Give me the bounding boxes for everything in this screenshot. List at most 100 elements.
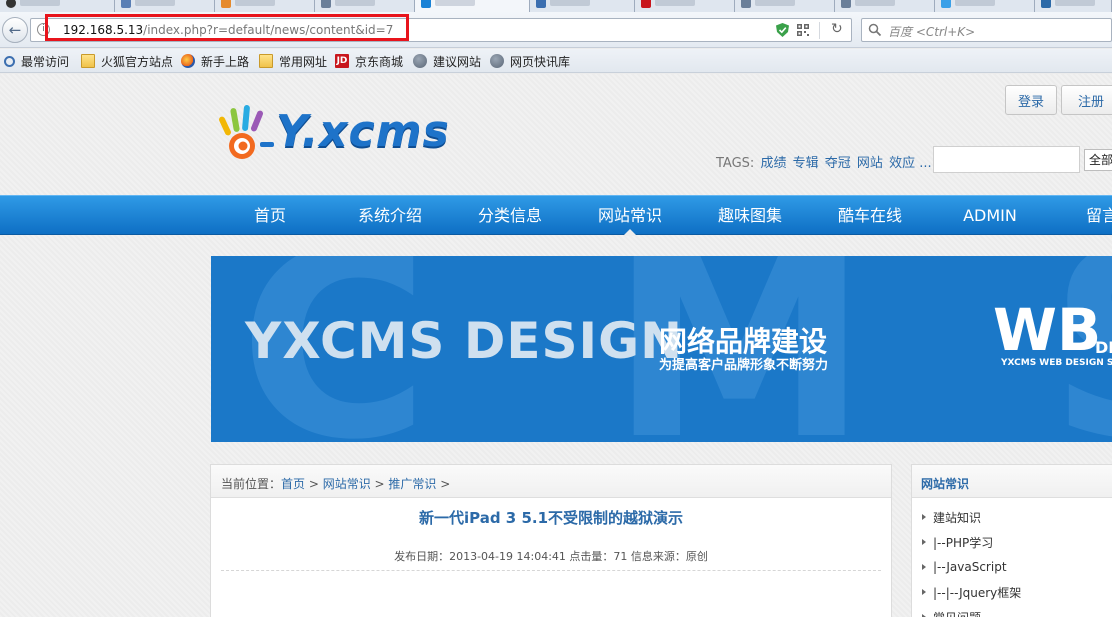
search-scope-select[interactable]: 全部 [1084,149,1112,171]
nav-item-cars-online[interactable]: 酷车在线 [826,196,914,236]
bookmark-getting-started[interactable]: 新手上路 [181,53,249,69]
bookmark-common-sites[interactable]: 常用网址 [259,53,327,69]
banner-de-text: DE [1095,338,1112,357]
main-navigation: 首页 系统介绍 分类信息 网站常识 趣味图集 酷车在线 ADMIN 留言 [0,195,1112,236]
sidebar-item-php[interactable]: |--PHP学习 [922,534,993,550]
breadcrumb-separator: > [436,477,451,491]
web-page: 登录 注册 Y.xcms TAGS: 成绩 专辑 夺冠 网站 效应 ... 全部… [0,74,1112,617]
browser-tab[interactable] [635,0,735,12]
category-sidebar: 网站常识 建站知识 |--PHP学习 |--JavaScript |--|--J… [911,464,1112,617]
article-meta: 发布日期：2013-04-19 14:04:41 点击量：71 信息来源：原创 [394,550,708,563]
nav-active-indicator [623,229,637,236]
browser-tab[interactable] [935,0,1035,12]
tag-link[interactable]: 夺冠 [825,156,851,171]
bookmark-label: 最常访问 [21,54,70,69]
bookmark-label: 常用网址 [279,54,328,69]
browser-tab[interactable] [530,0,635,12]
globe-icon [413,54,427,68]
browser-search-box[interactable]: 百度 <Ctrl+K> [861,18,1112,42]
breadcrumb-link-web-knowledge[interactable]: 网站常识 [323,477,371,491]
breadcrumb: 当前位置：首页 > 网站常识 > 推广常识 > [221,475,450,492]
sidebar-item-jquery[interactable]: |--|--Jquery框架 [922,584,1021,600]
tag-link[interactable]: 专辑 [793,156,819,171]
sidebar-item-javascript[interactable]: |--JavaScript [922,559,1007,575]
browser-tab[interactable] [735,0,835,12]
meta-divider [221,570,881,571]
address-bar[interactable]: i 192.168.5.13/index.php?r=default/news/… [30,14,852,42]
nav-item-admin[interactable]: ADMIN [946,196,1034,236]
login-button[interactable]: 登录 [1005,85,1057,115]
sidebar-item-faq[interactable]: 常见问题 [922,609,981,617]
bookmark-firefox-official[interactable]: 火狐官方站点 [81,53,173,69]
logo-text: Y.xcms [276,106,450,157]
tags-more[interactable]: ... [919,156,931,171]
hero-banner[interactable]: CMS YXCMS DESIGN 网络品牌建设 为提高客户品牌形象不断努力 WB… [211,256,1112,442]
search-placeholder: 百度 <Ctrl+K> [888,25,976,39]
browser-tab[interactable] [1035,0,1112,12]
bookmark-suggested-sites[interactable]: 建议网站 [413,53,481,69]
tags-label: TAGS: [716,156,755,171]
folder-icon [259,54,273,68]
browser-tab[interactable] [315,0,415,12]
folder-icon [81,54,95,68]
most-visited-icon [4,55,15,67]
register-button[interactable]: 注册 [1061,85,1112,115]
qr-code-icon[interactable] [797,24,809,36]
globe-icon [490,54,504,68]
tag-link[interactable]: 效应 [889,156,915,171]
browser-tab[interactable] [115,0,215,12]
back-button[interactable]: ← [2,17,28,43]
breadcrumb-bar: 当前位置：首页 > 网站常识 > 推广常识 > [211,465,891,498]
reload-icon[interactable]: ↻ [831,21,843,37]
site-search-input[interactable] [933,146,1080,173]
hand-swirl-logo-icon [219,105,274,159]
sidebar-item-site-building[interactable]: 建站知识 [922,509,981,525]
sidebar-header: 网站常识 [912,465,1112,498]
bookmarks-toolbar: 最常访问 火狐官方站点 新手上路 常用网址 JD 京东商城 建议网站 网页快讯库 [0,49,1112,73]
nav-item-fun-gallery[interactable]: 趣味图集 [706,196,794,236]
browser-tab[interactable] [215,0,315,12]
tab-favicon-icon [941,0,951,8]
article-title: 新一代iPad 3 5.1不受限制的越狱演示 [418,509,684,527]
bookmark-most-visited[interactable]: 最常访问 [4,53,69,69]
tab-favicon-icon [6,0,16,8]
bookmark-jd-mall[interactable]: JD 京东商城 [335,53,403,69]
tab-favicon-icon [121,0,131,8]
browser-toolbar: ← i 192.168.5.13/index.php?r=default/new… [0,12,1112,48]
back-arrow-icon: ← [8,21,22,39]
arrow-right-icon [922,539,926,545]
tab-favicon-icon [741,0,751,8]
breadcrumb-separator: > [370,477,389,491]
banner-slogan: 为提高客户品牌形象不断努力 [659,358,829,373]
browser-tab[interactable] [0,0,115,12]
sidebar-title: 网站常识 [921,477,970,491]
sidebar-item-label: |--|--Jquery框架 [933,585,1022,600]
breadcrumb-link-home[interactable]: 首页 [281,477,305,491]
browser-tab-active[interactable] [415,0,530,12]
site-logo[interactable]: Y.xcms [214,102,464,166]
sidebar-item-label: |--PHP学习 [933,535,994,550]
breadcrumb-prefix: 当前位置： [221,477,282,491]
tag-link[interactable]: 网站 [857,156,883,171]
article-panel: 当前位置：首页 > 网站常识 > 推广常识 > 新一代iPad 3 5.1不受限… [210,464,892,617]
tags-line: TAGS: 成绩 专辑 夺冠 网站 效应 ... [716,152,932,171]
sidebar-item-label: 建站知识 [933,510,982,525]
nav-item-home[interactable]: 首页 [232,196,308,236]
breadcrumb-link-promotion[interactable]: 推广常识 [388,477,436,491]
nav-item-classified[interactable]: 分类信息 [466,196,554,236]
tab-favicon-icon [841,0,851,8]
tab-favicon-icon [421,0,431,8]
bookmark-label: 京东商城 [355,54,404,69]
firefox-icon [181,54,195,68]
nav-item-guestbook[interactable]: 留言 [1066,196,1112,236]
shield-icon[interactable] [776,23,789,37]
tag-link[interactable]: 成绩 [760,156,786,171]
banner-wb-text: WB [993,296,1102,364]
bookmark-label: 网页快讯库 [510,54,571,69]
nav-item-system-intro[interactable]: 系统介绍 [346,196,434,236]
arrow-right-icon [922,514,926,520]
browser-tab[interactable] [835,0,935,12]
search-icon [868,23,882,37]
tab-favicon-icon [221,0,231,8]
bookmark-web-slices[interactable]: 网页快讯库 [490,53,570,69]
